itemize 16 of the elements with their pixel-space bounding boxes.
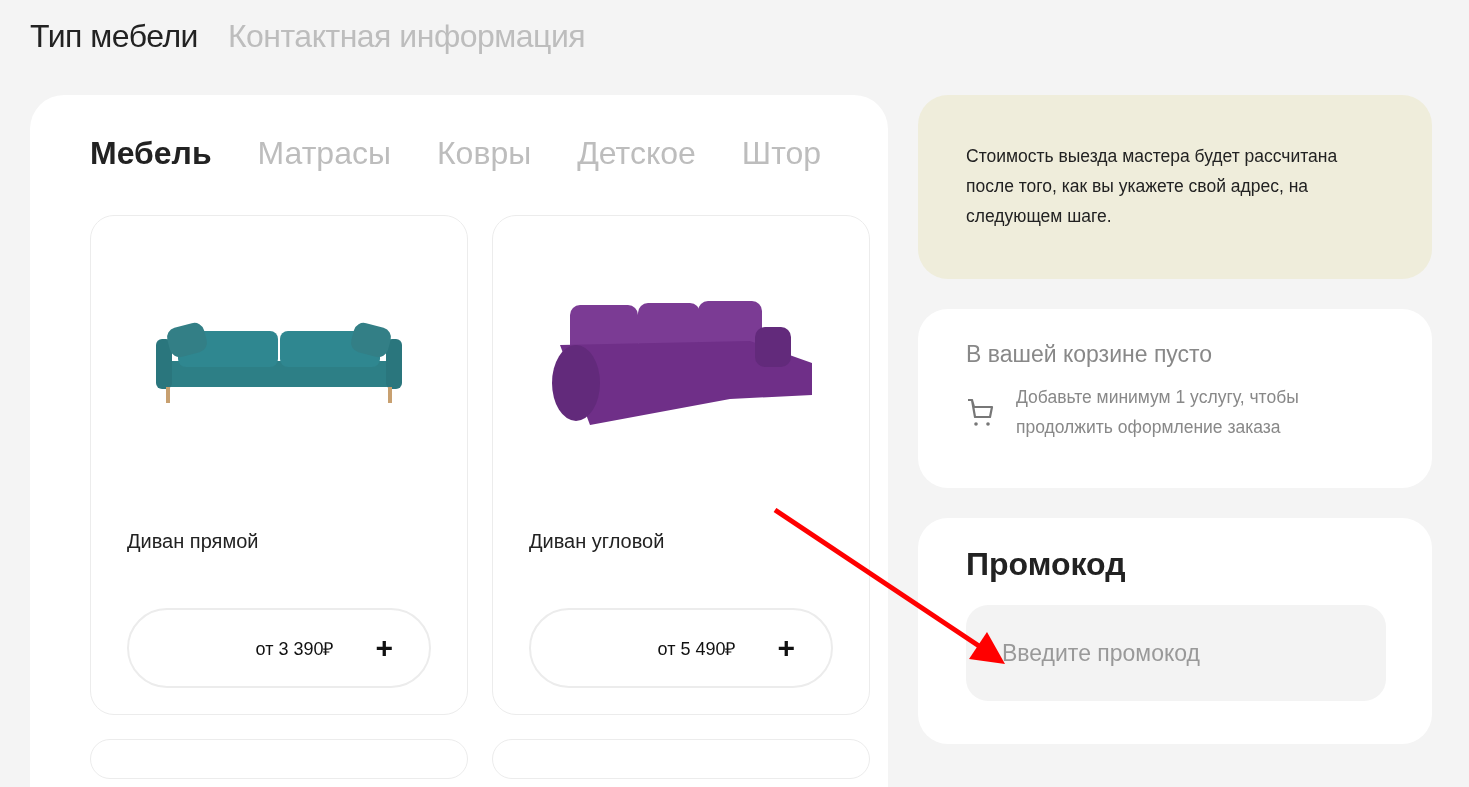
promo-input[interactable]: Введите промокод: [966, 605, 1386, 701]
add-to-cart-button[interactable]: от 5 490₽ +: [529, 608, 833, 688]
product-name: Диван угловой: [529, 530, 666, 554]
step-tab[interactable]: Тип мебели: [30, 18, 198, 95]
product-name: Диван прямой: [127, 530, 260, 554]
category-tab[interactable]: Мебель: [90, 135, 212, 177]
cart-title: В вашей корзине пусто: [966, 341, 1214, 368]
category-tab[interactable]: Штор: [741, 135, 822, 177]
category-tab[interactable]: Ковры: [436, 135, 532, 177]
category-tab[interactable]: Матрасы: [257, 135, 391, 177]
notice-text: Стоимость выезда мастера будет рассчитана после того, как вы укажете свой адрес, на следующем шаге.: [966, 145, 1339, 228]
promo-title: Промокод: [966, 546, 1127, 583]
cart-message: Добавьте минимум 1 услугу, чтобы продолжить оформление заказа: [1016, 386, 1300, 439]
category-tab[interactable]: Детское: [577, 135, 696, 177]
add-to-cart-button[interactable]: от 3 390₽ +: [127, 608, 431, 688]
cart-icon: [966, 397, 994, 427]
